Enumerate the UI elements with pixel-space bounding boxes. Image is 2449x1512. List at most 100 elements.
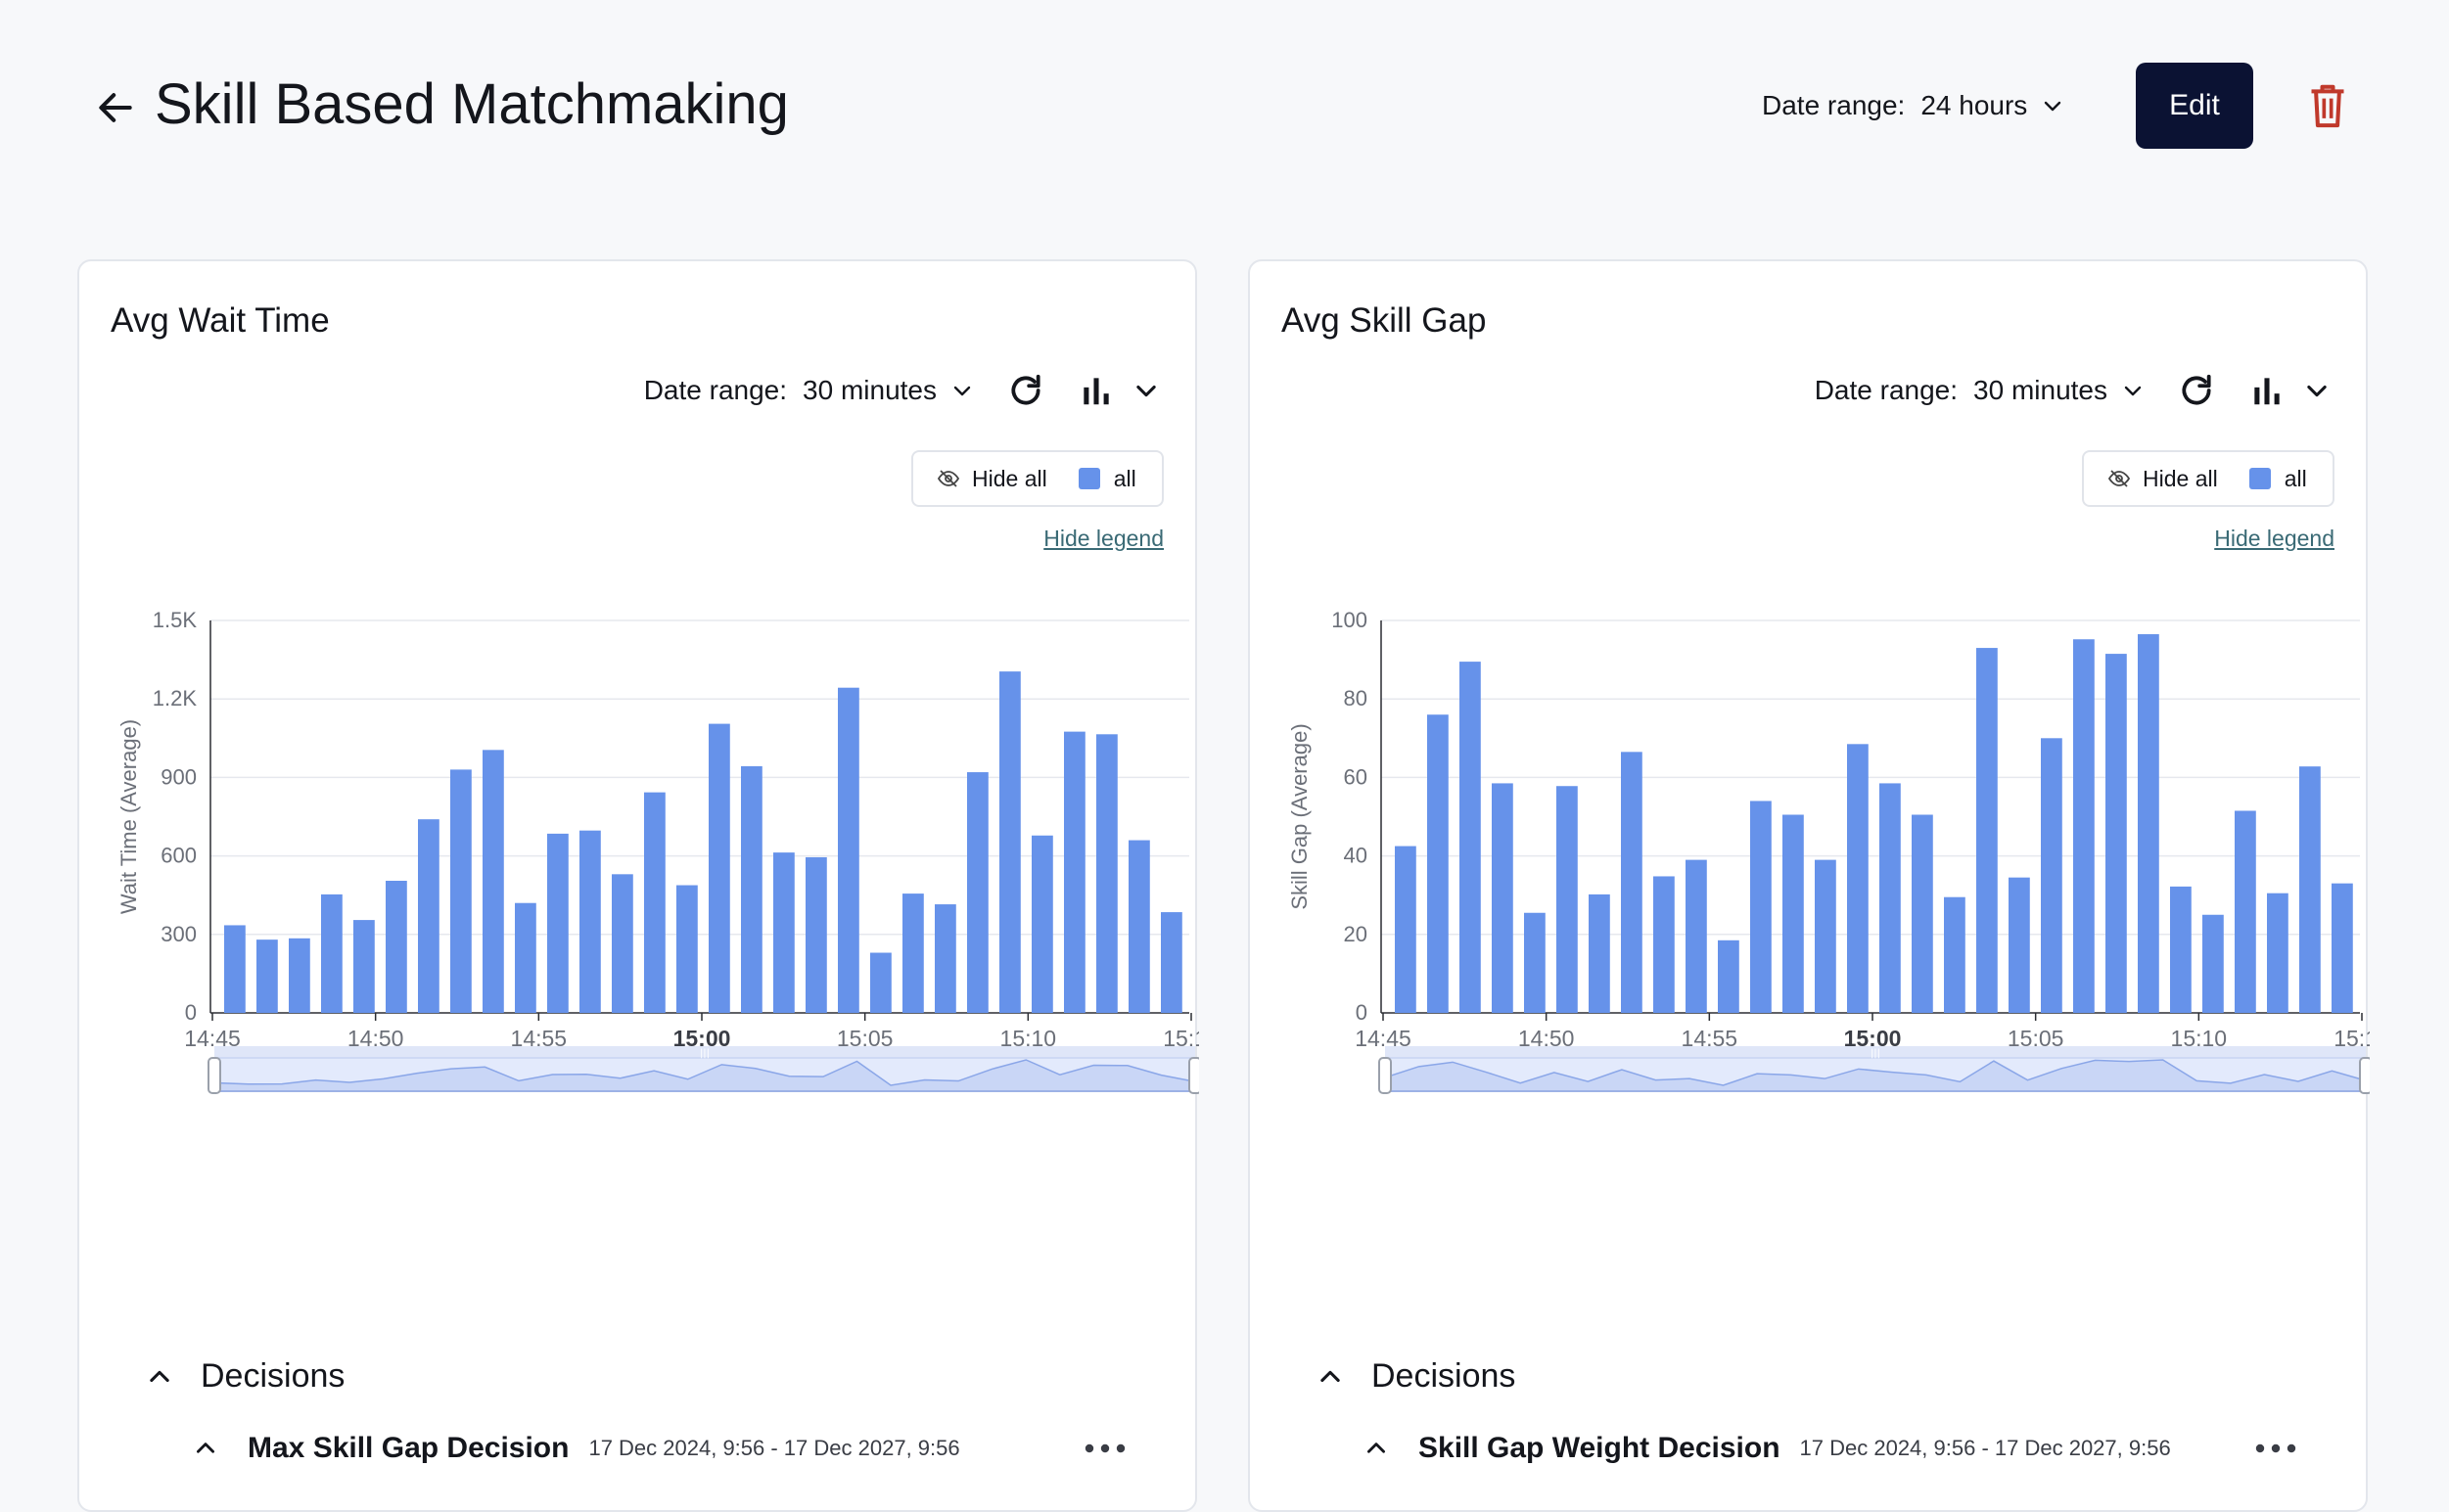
chart-card-avg-skill-gap: Avg Skill Gap Date range: 30 minutes Hid… bbox=[1248, 259, 2370, 1512]
bar bbox=[483, 750, 504, 1013]
zoom-slider-grip[interactable]: ||| bbox=[700, 1048, 710, 1059]
y-tick-label: 20 bbox=[1344, 922, 1367, 946]
hide-all-label: Hide all bbox=[972, 465, 1047, 491]
y-axis-title: Skill Gap (Average) bbox=[1287, 723, 1312, 909]
chart-card-avg-wait-time: Avg Wait Time Date range: 30 minutes Hid… bbox=[77, 259, 1199, 1512]
edit-button[interactable]: Edit bbox=[2136, 63, 2253, 149]
card-date-range-select[interactable]: Date range: 30 minutes bbox=[1815, 375, 2145, 406]
y-tick-label: 40 bbox=[1344, 844, 1367, 868]
chevron-up-icon[interactable] bbox=[193, 1436, 218, 1461]
zoom-slider-handle[interactable] bbox=[1188, 1057, 1199, 1094]
zoom-slider-handle[interactable] bbox=[208, 1057, 221, 1094]
bar bbox=[418, 819, 439, 1013]
decision-date-range: 17 Dec 2024, 9:56 - 17 Dec 2027, 9:56 bbox=[588, 1436, 960, 1460]
bar bbox=[321, 893, 343, 1013]
decision-row: Skill Gap Weight Decision 17 Dec 2024, 9… bbox=[1363, 1432, 2297, 1465]
bar bbox=[1976, 648, 1998, 1013]
chevron-down-icon bbox=[2045, 101, 2061, 112]
card-title: Avg Skill Gap bbox=[1281, 301, 1487, 340]
bar bbox=[1879, 783, 1901, 1013]
bar-chart-icon[interactable] bbox=[2248, 372, 2286, 409]
page-title: Skill Based Matchmaking bbox=[155, 72, 789, 136]
y-tick-label: 100 bbox=[1331, 608, 1367, 632]
eye-off-icon bbox=[2107, 470, 2131, 487]
bar bbox=[967, 772, 989, 1013]
bar-chart: 020406080100Skill Gap (Average)14:45 14:5… bbox=[1287, 608, 2370, 1094]
bar bbox=[1686, 859, 1707, 1013]
bar bbox=[386, 880, 407, 1013]
bar bbox=[1032, 835, 1053, 1013]
bar bbox=[450, 769, 472, 1013]
bar-chart-icon[interactable] bbox=[1078, 372, 1115, 409]
refresh-icon[interactable] bbox=[1007, 372, 1044, 409]
bar bbox=[935, 904, 956, 1013]
bar bbox=[1912, 814, 1933, 1013]
bar bbox=[2073, 639, 2095, 1013]
y-axis-title: Wait Time (Average) bbox=[116, 719, 141, 914]
decisions-section-toggle[interactable]: Decisions bbox=[1317, 1357, 1515, 1396]
bar bbox=[2299, 766, 2321, 1013]
y-tick-label: 1.5K bbox=[153, 608, 198, 632]
bar bbox=[1459, 662, 1481, 1013]
chart-legend: Hide all all bbox=[2082, 450, 2334, 507]
bar bbox=[1653, 876, 1675, 1013]
bar bbox=[870, 952, 892, 1013]
bar bbox=[644, 792, 666, 1013]
hide-all-toggle[interactable]: Hide all bbox=[937, 466, 1047, 492]
decisions-heading: Decisions bbox=[1371, 1357, 1516, 1395]
hide-all-toggle[interactable]: Hide all bbox=[2107, 466, 2218, 492]
more-options-icon[interactable] bbox=[1084, 1443, 1127, 1454]
legend-series-toggle[interactable]: all bbox=[2248, 466, 2307, 492]
refresh-icon[interactable] bbox=[2178, 372, 2215, 409]
y-tick-label: 0 bbox=[1356, 1000, 1367, 1025]
chevron-up-icon bbox=[1320, 1370, 1340, 1382]
bar bbox=[1427, 714, 1449, 1013]
y-tick-label: 1.2K bbox=[153, 686, 198, 710]
bar bbox=[1782, 814, 1804, 1013]
bar bbox=[1815, 859, 1836, 1013]
decisions-heading: Decisions bbox=[201, 1357, 346, 1395]
trash-icon[interactable] bbox=[2306, 82, 2349, 129]
bar bbox=[1556, 786, 1578, 1013]
zoom-slider-handle[interactable] bbox=[2359, 1057, 2370, 1094]
bar bbox=[547, 833, 569, 1013]
decision-name: Max Skill Gap Decision bbox=[248, 1432, 570, 1464]
hide-legend-link[interactable]: Hide legend bbox=[1043, 526, 1164, 552]
bar bbox=[676, 885, 698, 1013]
chevron-up-icon bbox=[150, 1370, 169, 1382]
back-arrow-icon[interactable] bbox=[94, 86, 137, 129]
bar bbox=[2105, 654, 2127, 1013]
legend-series-toggle[interactable]: all bbox=[1078, 466, 1136, 492]
bar bbox=[1161, 912, 1182, 1013]
decision-name: Skill Gap Weight Decision bbox=[1418, 1432, 1780, 1464]
y-tick-label: 900 bbox=[161, 764, 197, 789]
bar bbox=[806, 856, 827, 1013]
y-tick-label: 60 bbox=[1344, 764, 1367, 789]
bar bbox=[1944, 896, 1965, 1013]
bar bbox=[515, 902, 536, 1013]
bar bbox=[2138, 634, 2159, 1013]
bar bbox=[289, 938, 310, 1013]
card-date-range-select[interactable]: Date range: 30 minutes bbox=[644, 375, 974, 406]
bar bbox=[2041, 738, 2062, 1013]
bar bbox=[999, 671, 1021, 1013]
chevron-up-icon[interactable] bbox=[1363, 1436, 1389, 1461]
bar bbox=[1750, 801, 1772, 1013]
chart-legend: Hide all all bbox=[911, 450, 1164, 507]
chevron-down-icon bbox=[2124, 386, 2142, 396]
hide-legend-link[interactable]: Hide legend bbox=[2214, 526, 2334, 552]
date-range-value: 24 hours bbox=[1920, 90, 2028, 120]
y-tick-label: 0 bbox=[185, 1000, 197, 1025]
y-tick-label: 300 bbox=[161, 922, 197, 946]
global-date-range-select[interactable]: Date range: 24 hours bbox=[1762, 86, 2064, 125]
bar bbox=[2267, 893, 2288, 1013]
decision-row: Max Skill Gap Decision 17 Dec 2024, 9:56… bbox=[193, 1432, 1127, 1465]
bar bbox=[838, 687, 859, 1013]
zoom-slider-handle[interactable] bbox=[1378, 1057, 1392, 1094]
more-options-icon[interactable] bbox=[2254, 1443, 2297, 1454]
chevron-down-icon[interactable] bbox=[2303, 377, 2331, 404]
zoom-slider-grip[interactable]: ||| bbox=[1871, 1048, 1880, 1059]
chevron-down-icon[interactable] bbox=[1132, 377, 1160, 404]
decisions-section-toggle[interactable]: Decisions bbox=[146, 1357, 345, 1396]
bar bbox=[1524, 912, 1546, 1013]
